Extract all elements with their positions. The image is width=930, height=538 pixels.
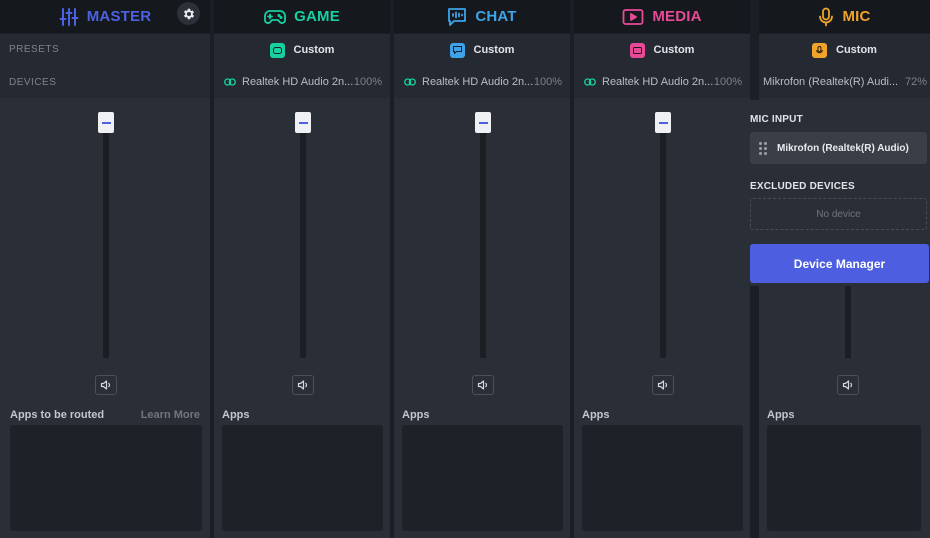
chat-apps-label: Apps	[402, 409, 430, 421]
media-device-volume: 100%	[713, 76, 742, 88]
mic-preset-selector[interactable]: Custom	[759, 34, 930, 66]
speaker-icon	[297, 380, 308, 390]
chat-volume-knob[interactable]	[475, 112, 491, 133]
excluded-devices-heading: EXCLUDED DEVICES	[750, 181, 855, 192]
link-icon	[404, 78, 416, 86]
mic-input-device-name: Mikrofon (Realtek(R) Audio)	[777, 142, 909, 154]
speaker-icon	[657, 380, 668, 390]
mic-device-popup: MIC INPUT Mikrofon (Realtek(R) Audio) EX…	[746, 100, 930, 286]
chat-column: CHAT Custom Realtek HD Audio 2n... 100% …	[394, 0, 570, 538]
master-mute-button[interactable]	[95, 375, 117, 395]
media-preset-selector[interactable]: Custom	[574, 34, 750, 66]
master-volume-knob[interactable]	[98, 112, 114, 133]
mic-device-name: Mikrofon (Realtek(R) Audi...	[763, 76, 899, 88]
master-apps-dropzone[interactable]	[10, 425, 202, 531]
game-device-name: Realtek HD Audio 2n...	[242, 76, 354, 88]
speaker-icon	[477, 380, 488, 390]
master-apps-panel: Apps to be routed Learn More	[0, 402, 210, 538]
game-mute-button[interactable]	[292, 375, 314, 395]
mic-apps-panel: Apps	[759, 402, 930, 538]
mic-title: MIC	[842, 8, 871, 25]
mic-device-row[interactable]: Mikrofon (Realtek(R) Audi... 72%	[759, 66, 930, 98]
settings-button[interactable]	[177, 2, 200, 25]
chat-preset-selector[interactable]: Custom	[394, 34, 570, 66]
device-manager-button[interactable]: Device Manager	[750, 244, 929, 283]
media-volume-knob[interactable]	[655, 112, 671, 133]
game-header: GAME	[214, 0, 390, 33]
speaker-icon	[842, 380, 853, 390]
mic-preset-icon	[812, 42, 828, 58]
sliders-icon	[59, 7, 79, 26]
chat-device-row[interactable]: Realtek HD Audio 2n... 100%	[394, 66, 570, 98]
chat-preset-label: Custom	[473, 44, 515, 56]
media-volume-track[interactable]	[660, 124, 666, 358]
mic-mute-button[interactable]	[837, 375, 859, 395]
chat-device-name: Realtek HD Audio 2n...	[422, 76, 534, 88]
mic-apps-dropzone[interactable]	[767, 425, 921, 531]
game-preset-selector[interactable]: Custom	[214, 34, 390, 66]
mic-device-volume: 72%	[904, 76, 927, 88]
learn-more-link[interactable]: Learn More	[141, 409, 200, 421]
gamepad-icon	[264, 9, 286, 24]
chat-apps-panel: Apps	[394, 402, 570, 538]
chat-title: CHAT	[475, 8, 517, 25]
chat-mute-button[interactable]	[472, 375, 494, 395]
mic-input-device-item[interactable]: Mikrofon (Realtek(R) Audio)	[750, 132, 927, 164]
presets-label: PRESETS	[9, 44, 60, 55]
media-device-row[interactable]: Realtek HD Audio 2n... 100%	[574, 66, 750, 98]
media-mute-button[interactable]	[652, 375, 674, 395]
media-preset-label: Custom	[653, 44, 695, 56]
master-column: MASTER PRESETS DEVICES Apps to be routed…	[0, 0, 210, 538]
game-title: GAME	[294, 8, 340, 25]
master-volume-track[interactable]	[103, 124, 109, 358]
game-apps-panel: Apps	[214, 402, 390, 538]
media-title: MEDIA	[652, 8, 702, 25]
excluded-devices-dropzone[interactable]: No device	[750, 198, 927, 230]
game-column: GAME Custom Realtek HD Audio 2n... 100% …	[214, 0, 390, 538]
game-preset-icon	[269, 42, 285, 58]
game-device-row[interactable]: Realtek HD Audio 2n... 100%	[214, 66, 390, 98]
mic-apps-label: Apps	[767, 409, 795, 421]
microphone-icon	[819, 7, 834, 26]
game-volume-track[interactable]	[300, 124, 306, 358]
chat-apps-dropzone[interactable]	[402, 425, 563, 531]
game-preset-label: Custom	[293, 44, 335, 56]
speaker-icon	[100, 380, 111, 390]
master-title: MASTER	[86, 8, 152, 25]
apps-to-be-routed-label: Apps to be routed	[10, 409, 105, 421]
gear-icon	[183, 8, 194, 19]
game-volume-knob[interactable]	[295, 112, 311, 133]
media-preset-icon	[629, 42, 645, 58]
chat-preset-icon	[449, 42, 465, 58]
mic-preset-label: Custom	[836, 44, 877, 56]
chat-device-volume: 100%	[533, 76, 562, 88]
link-icon	[224, 78, 236, 86]
game-device-volume: 100%	[353, 76, 382, 88]
mic-input-heading: MIC INPUT	[750, 114, 803, 125]
devices-label: DEVICES	[9, 77, 57, 88]
chat-volume-track[interactable]	[480, 124, 486, 358]
master-header: MASTER	[0, 0, 210, 33]
media-apps-label: Apps	[582, 409, 610, 421]
media-apps-panel: Apps	[574, 402, 750, 538]
mic-header: MIC	[759, 0, 930, 33]
play-icon	[622, 8, 644, 25]
link-icon	[584, 78, 596, 86]
chat-header: CHAT	[394, 0, 570, 33]
game-apps-label: Apps	[222, 409, 250, 421]
media-column: MEDIA Custom Realtek HD Audio 2n... 100%…	[574, 0, 750, 538]
game-apps-dropzone[interactable]	[222, 425, 383, 531]
chat-icon	[448, 7, 467, 26]
no-device-text: No device	[816, 208, 861, 220]
media-header: MEDIA	[574, 0, 750, 33]
media-device-name: Realtek HD Audio 2n...	[602, 76, 714, 88]
drag-handle-icon[interactable]	[759, 141, 769, 155]
media-apps-dropzone[interactable]	[582, 425, 743, 531]
